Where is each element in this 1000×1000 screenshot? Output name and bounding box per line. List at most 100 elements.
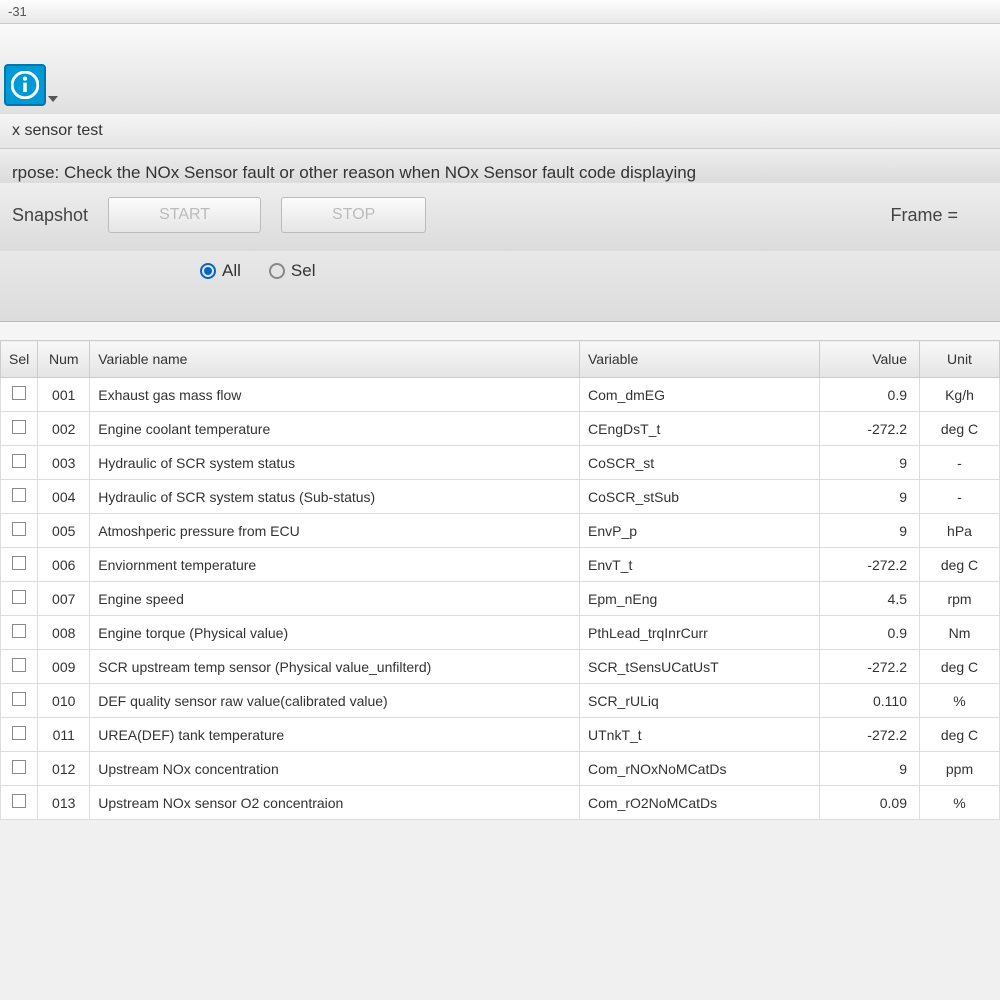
table-row[interactable]: 003Hydraulic of SCR system statusCoSCR_s…: [1, 446, 1000, 480]
cell-varname: Hydraulic of SCR system status: [90, 446, 580, 480]
snapshot-label: Snapshot: [12, 205, 88, 226]
radio-sel[interactable]: Sel: [269, 261, 316, 281]
col-header-variable[interactable]: Variable: [580, 341, 820, 378]
row-checkbox[interactable]: [12, 522, 26, 536]
cell-value: 9: [820, 514, 920, 548]
cell-unit: -: [920, 480, 1000, 514]
row-checkbox[interactable]: [12, 794, 26, 808]
cell-variable: CEngDsT_t: [580, 412, 820, 446]
cell-value: -272.2: [820, 412, 920, 446]
row-checkbox[interactable]: [12, 624, 26, 638]
cell-varname: DEF quality sensor raw value(calibrated …: [90, 684, 580, 718]
cell-num: 002: [38, 412, 90, 446]
table-row[interactable]: 002Engine coolant temperatureCEngDsT_t-2…: [1, 412, 1000, 446]
cell-num: 011: [38, 718, 90, 752]
window-titlebar: -31: [0, 0, 1000, 24]
start-button[interactable]: START: [108, 197, 261, 233]
cell-num: 001: [38, 378, 90, 412]
radio-icon: [269, 263, 285, 279]
table-row[interactable]: 012Upstream NOx concentrationCom_rNOxNoM…: [1, 752, 1000, 786]
cell-varname: Engine coolant temperature: [90, 412, 580, 446]
dropdown-icon[interactable]: [48, 96, 58, 102]
col-header-unit[interactable]: Unit: [920, 341, 1000, 378]
cell-unit: rpm: [920, 582, 1000, 616]
cell-varname: SCR upstream temp sensor (Physical value…: [90, 650, 580, 684]
cell-value: 9: [820, 480, 920, 514]
table-row[interactable]: 009SCR upstream temp sensor (Physical va…: [1, 650, 1000, 684]
radio-icon: [200, 263, 216, 279]
cell-unit: Kg/h: [920, 378, 1000, 412]
table-row[interactable]: 005Atmoshperic pressure from ECUEnvP_p9h…: [1, 514, 1000, 548]
cell-variable: Com_dmEG: [580, 378, 820, 412]
row-checkbox[interactable]: [12, 556, 26, 570]
cell-varname: Engine speed: [90, 582, 580, 616]
table-row[interactable]: 004Hydraulic of SCR system status (Sub-s…: [1, 480, 1000, 514]
cell-value: 0.09: [820, 786, 920, 820]
cell-value: 9: [820, 752, 920, 786]
cell-varname: Upstream NOx concentration: [90, 752, 580, 786]
cell-unit: %: [920, 684, 1000, 718]
section-title: x sensor test: [0, 114, 1000, 149]
toolbar: [0, 24, 1000, 114]
cell-num: 009: [38, 650, 90, 684]
filter-radio-group: All Sel: [0, 251, 1000, 322]
info-button[interactable]: [4, 64, 46, 106]
cell-variable: Epm_nEng: [580, 582, 820, 616]
cell-unit: Nm: [920, 616, 1000, 650]
cell-variable: Com_rO2NoMCatDs: [580, 786, 820, 820]
cell-varname: Hydraulic of SCR system status (Sub-stat…: [90, 480, 580, 514]
cell-unit: deg C: [920, 548, 1000, 582]
row-checkbox[interactable]: [12, 488, 26, 502]
row-checkbox[interactable]: [12, 420, 26, 434]
table-row[interactable]: 008Engine torque (Physical value)PthLead…: [1, 616, 1000, 650]
cell-unit: %: [920, 786, 1000, 820]
cell-unit: deg C: [920, 650, 1000, 684]
data-table: Sel Num Variable name Variable Value Uni…: [0, 340, 1000, 820]
controls-row: Snapshot START STOP Frame =: [0, 183, 1000, 251]
title-text: -31: [8, 4, 27, 19]
radio-all[interactable]: All: [200, 261, 241, 281]
row-checkbox[interactable]: [12, 726, 26, 740]
stop-button[interactable]: STOP: [281, 197, 426, 233]
cell-num: 013: [38, 786, 90, 820]
cell-num: 006: [38, 548, 90, 582]
table-row[interactable]: 001Exhaust gas mass flowCom_dmEG0.9Kg/h: [1, 378, 1000, 412]
cell-num: 003: [38, 446, 90, 480]
table-row[interactable]: 007Engine speedEpm_nEng4.5rpm: [1, 582, 1000, 616]
cell-value: 9: [820, 446, 920, 480]
table-row[interactable]: 011UREA(DEF) tank temperatureUTnkT_t-272…: [1, 718, 1000, 752]
cell-variable: SCR_tSensUCatUsT: [580, 650, 820, 684]
cell-num: 007: [38, 582, 90, 616]
cell-value: 0.9: [820, 378, 920, 412]
col-header-num[interactable]: Num: [38, 341, 90, 378]
col-header-sel[interactable]: Sel: [1, 341, 38, 378]
frame-label: Frame =: [890, 205, 958, 226]
cell-variable: UTnkT_t: [580, 718, 820, 752]
cell-value: 4.5: [820, 582, 920, 616]
cell-variable: SCR_rULiq: [580, 684, 820, 718]
cell-unit: hPa: [920, 514, 1000, 548]
col-header-value[interactable]: Value: [820, 341, 920, 378]
row-checkbox[interactable]: [12, 760, 26, 774]
cell-variable: CoSCR_stSub: [580, 480, 820, 514]
table-row[interactable]: 010DEF quality sensor raw value(calibrat…: [1, 684, 1000, 718]
col-header-varname[interactable]: Variable name: [90, 341, 580, 378]
row-checkbox[interactable]: [12, 590, 26, 604]
row-checkbox[interactable]: [12, 454, 26, 468]
cell-value: 0.9: [820, 616, 920, 650]
row-checkbox[interactable]: [12, 658, 26, 672]
cell-num: 005: [38, 514, 90, 548]
cell-varname: Exhaust gas mass flow: [90, 378, 580, 412]
cell-varname: Engine torque (Physical value): [90, 616, 580, 650]
table-row[interactable]: 013Upstream NOx sensor O2 concentraionCo…: [1, 786, 1000, 820]
row-checkbox[interactable]: [12, 692, 26, 706]
cell-varname: UREA(DEF) tank temperature: [90, 718, 580, 752]
cell-value: -272.2: [820, 650, 920, 684]
table-row[interactable]: 006Enviornment temperatureEnvT_t-272.2de…: [1, 548, 1000, 582]
row-checkbox[interactable]: [12, 386, 26, 400]
cell-variable: PthLead_trqInrCurr: [580, 616, 820, 650]
cell-varname: Atmoshperic pressure from ECU: [90, 514, 580, 548]
purpose-text: rpose: Check the NOx Sensor fault or oth…: [0, 149, 1000, 183]
cell-variable: CoSCR_st: [580, 446, 820, 480]
cell-unit: deg C: [920, 412, 1000, 446]
